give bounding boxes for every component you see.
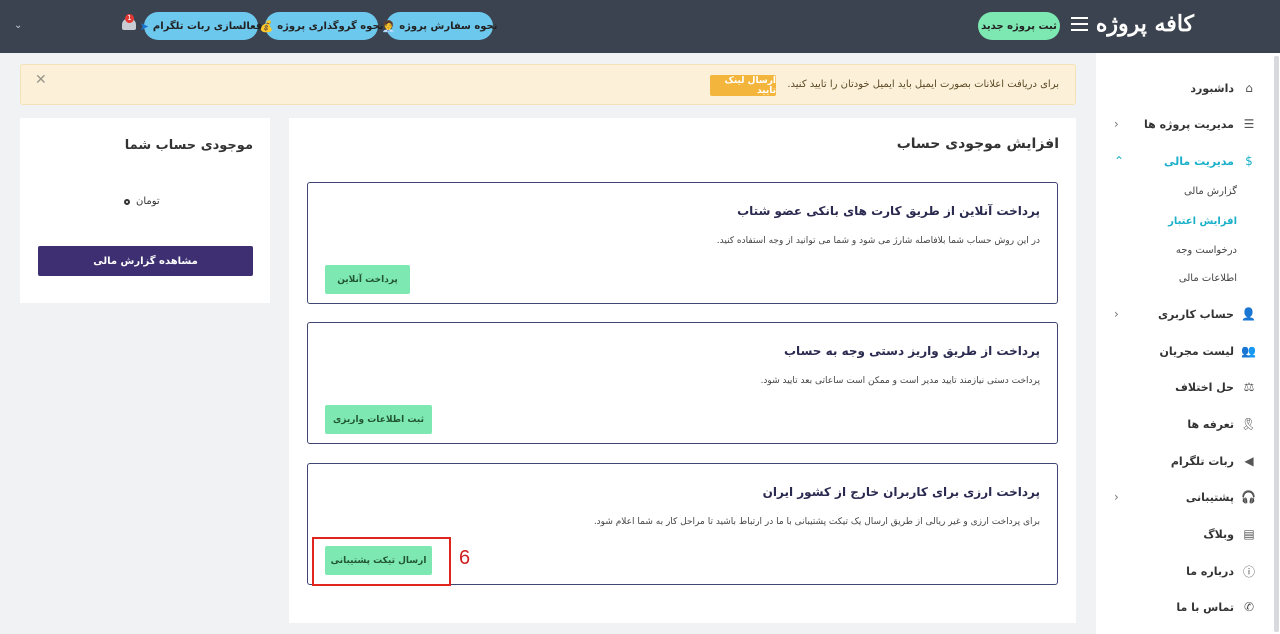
online-payment-button[interactable]: پرداخت آنلاین <box>325 265 410 294</box>
sidebar-item-label: وبلاگ <box>1203 527 1234 541</box>
users-icon: 👥 <box>1241 344 1256 358</box>
view-financial-report-button[interactable]: مشاهده گزارش مالی <box>38 246 253 276</box>
sidebar-subitem-increase-credit[interactable]: افزایش اعتبار <box>1168 216 1237 227</box>
award-icon: 🎗 <box>1240 417 1256 431</box>
page-scrollbar[interactable] <box>1274 56 1279 632</box>
account-balance-card: موجودی حساب شما تومان مشاهده گزارش مالی <box>20 118 270 303</box>
sidebar-item-account[interactable]: 👤 حساب کاربری ‹ <box>1110 304 1256 324</box>
sidebar-item-support[interactable]: 🎧 پشتیبانی ‹ <box>1110 487 1256 507</box>
sidebar-subitem-withdraw[interactable]: درخواست وجه <box>1176 245 1237 256</box>
payment-option-title: پرداخت از طریق واریز دستی وجه به حساب <box>784 344 1040 358</box>
new-project-button[interactable]: ثبت پروژه جدید <box>978 12 1060 40</box>
info-icon: ⓘ <box>1242 564 1255 579</box>
how-to-escrow-button[interactable]: نحوه گروگذاری پروژه 💰 <box>260 12 383 40</box>
sidebar-subitem-financial-report[interactable]: گزارش مالی <box>1184 186 1237 197</box>
sidebar-item-label: مدیریت پروژه ها <box>1144 117 1234 131</box>
sidebar-item-finance[interactable]: $ مدیریت مالی ⌃ <box>1110 151 1256 171</box>
site-logo[interactable]: کافه پروژه <box>1096 11 1194 37</box>
payment-option-description: در این روش حساب شما بلافاصله شارژ می شود… <box>716 236 1040 246</box>
user-icon: 👤 <box>1241 307 1256 321</box>
sidebar-item-telegram-bot[interactable]: ◀ ربات تلگرام <box>1110 451 1256 471</box>
how-to-order-button[interactable]: نحوه سفارش پروژه 🧑‍💼 <box>382 12 498 40</box>
notification-badge: 1 <box>125 14 134 23</box>
sidebar-item-contact[interactable]: ✆ تماس با ما <box>1110 597 1256 617</box>
how-to-escrow-label: نحوه گروگذاری پروژه <box>277 20 384 32</box>
how-to-order-label: نحوه سفارش پروژه <box>399 20 498 32</box>
sidebar-item-dispute[interactable]: ⚖ حل اختلاف <box>1110 377 1256 397</box>
close-icon[interactable]: ✕ <box>35 72 47 88</box>
headset-icon: 🎧 <box>1241 490 1256 504</box>
balance-value: تومان <box>124 196 160 207</box>
send-verification-link-button[interactable]: ارسال لینک تایید <box>710 75 776 96</box>
payment-option-manual-deposit: پرداخت از طریق واریز دستی وجه به حساب پر… <box>307 322 1058 444</box>
page-title: افزایش موجودی حساب <box>896 136 1059 152</box>
chevron-left-icon: ‹ <box>1114 117 1119 131</box>
telegram-bot-label: فعالسازی ربات تلگرام <box>152 20 263 32</box>
sidebar-item-label: پشتیبانی <box>1185 490 1234 504</box>
balance-title: موجودی حساب شما <box>124 138 253 153</box>
scale-icon: ⚖ <box>1243 380 1255 394</box>
register-deposit-info-button[interactable]: ثبت اطلاعات واریزی <box>325 405 432 434</box>
telegram-bot-button[interactable]: فعالسازی ربات تلگرام ➤ <box>140 12 262 40</box>
sidebar-item-label: تعرفه ها <box>1187 417 1234 431</box>
send-icon: ◀ <box>1244 454 1254 468</box>
top-navbar: کافه پروژه ثبت پروژه جدید نحوه سفارش پرو… <box>0 0 1280 53</box>
sidebar: ⌂ داشبورد ☰ مدیریت پروژه ها ‹ $ مدیریت م… <box>1096 53 1280 634</box>
email-verification-alert: برای دریافت اعلانات بصورت ایمیل باید ایم… <box>20 64 1076 105</box>
payment-option-title: پرداخت آنلاین از طریق کارت های بانکی عضو… <box>737 204 1040 218</box>
annotation-highlight-box <box>312 537 451 586</box>
new-project-label: ثبت پروژه جدید <box>981 20 1057 32</box>
blog-icon: ▤ <box>1243 527 1255 541</box>
person-icon: 🧑‍💼 <box>381 19 396 33</box>
bullet-icon <box>124 198 130 205</box>
payment-option-description: پرداخت دستی نیازمند تایید مدیر است و ممک… <box>760 376 1040 386</box>
dollar-icon: $ <box>1245 154 1253 168</box>
sidebar-item-label: تماس با ما <box>1176 600 1234 614</box>
phone-icon: ✆ <box>1243 600 1255 614</box>
payment-option-title: پرداخت ارزی برای کاربران خارج از کشور ای… <box>762 485 1040 499</box>
sidebar-item-label: درباره ما <box>1186 564 1234 578</box>
list-icon: ☰ <box>1243 117 1255 131</box>
sidebar-item-dashboard[interactable]: ⌂ داشبورد <box>1110 78 1256 98</box>
chevron-up-icon: ⌃ <box>1114 154 1125 168</box>
sidebar-item-label: حل اختلاف <box>1175 380 1234 394</box>
sidebar-item-freelancers[interactable]: 👥 لیست مجریان <box>1110 341 1256 361</box>
sidebar-item-label: مدیریت مالی <box>1164 154 1234 168</box>
payment-option-description: برای پرداخت ارزی و غیر ریالی از طریق ارس… <box>593 517 1040 527</box>
sidebar-item-label: داشبورد <box>1190 81 1234 95</box>
payment-option-online: پرداخت آنلاین از طریق کارت های بانکی عضو… <box>307 182 1058 304</box>
currency-label: تومان <box>136 196 160 207</box>
sidebar-subitem-financial-info[interactable]: اطلاعات مالی <box>1179 273 1237 284</box>
chevron-left-icon: ‹ <box>1114 307 1119 321</box>
user-menu-chevron-icon[interactable]: ⌄ <box>14 20 22 31</box>
sidebar-item-about[interactable]: ⓘ درباره ما <box>1110 561 1256 581</box>
sidebar-item-label: حساب کاربری <box>1157 307 1234 321</box>
notification-bell-icon[interactable]: 1 <box>121 14 137 34</box>
sidebar-item-tariffs[interactable]: 🎗 تعرفه ها <box>1110 414 1256 434</box>
hamburger-menu-icon[interactable] <box>1071 17 1088 31</box>
chevron-left-icon: ‹ <box>1114 490 1119 504</box>
alert-text: برای دریافت اعلانات بصورت ایمیل باید ایم… <box>787 79 1059 90</box>
home-icon: ⌂ <box>1245 81 1253 95</box>
sidebar-item-label: ربات تلگرام <box>1170 454 1234 468</box>
sidebar-item-projects[interactable]: ☰ مدیریت پروژه ها ‹ <box>1110 114 1256 134</box>
annotation-step-number: 6 <box>459 547 471 569</box>
sidebar-item-label: لیست مجریان <box>1159 344 1234 358</box>
telegram-icon: ➤ <box>139 19 149 33</box>
sidebar-item-blog[interactable]: ▤ وبلاگ <box>1110 524 1256 544</box>
